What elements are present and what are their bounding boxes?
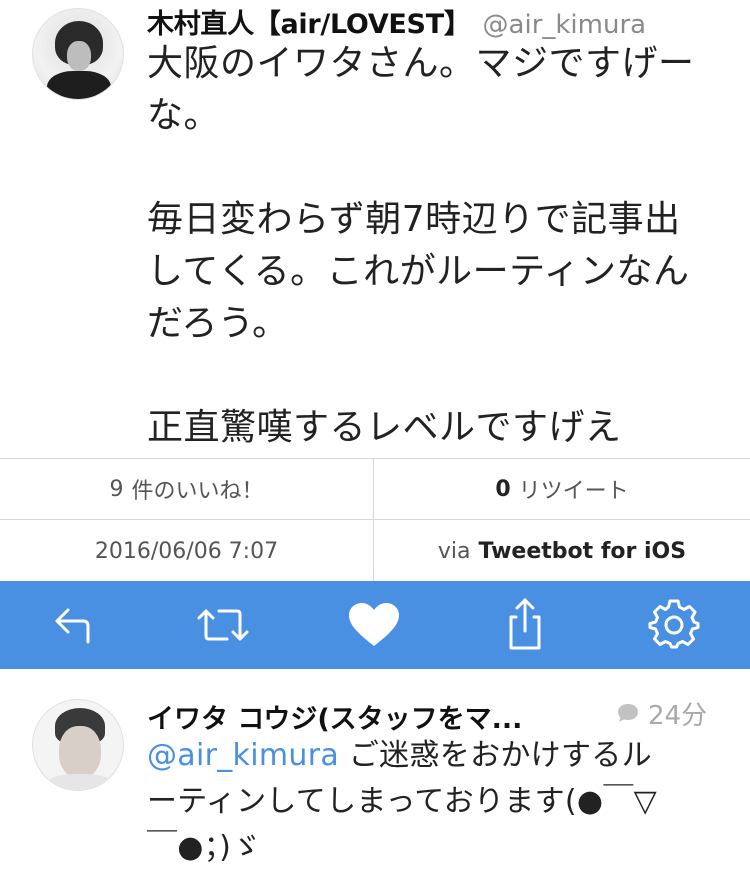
tweet-stats: 9 件のいいね！ 0 リツイート 2016/06/06 7:07 via Tweetb… (0, 458, 750, 582)
tweet-timestamp: 2016/06/06 7:07 (0, 520, 374, 582)
likes-label: 件のいいね！ (131, 479, 264, 504)
reply-tweet[interactable]: イワタ コウジ(スタッフをマ... 24分 @air_kimura ご迷惑をおか… (0, 669, 750, 881)
main-tweet: 木村直人【air/LOVEST】 @air_kimura 大阪のイワタさん。マジで… (0, 0, 750, 458)
tweet-text: 大阪のイワタさん。マジですげー な。 毎日変わらず朝7時辺りで記事出 してくる。… (147, 38, 722, 454)
reply-time: 24分 (648, 700, 708, 731)
via-app-name: Tweetbot for iOS (478, 538, 687, 564)
retweets-count-cell[interactable]: 0 リツイート (374, 459, 750, 520)
author-avatar[interactable] (32, 8, 124, 100)
reply-line: ーティンしてしまっております(●￣▽ (147, 784, 658, 819)
reply-author-name[interactable]: イワタ コウジ(スタッフをマ... (147, 697, 587, 736)
settings-button[interactable] (644, 595, 704, 655)
timestamp-text: 2016/06/06 7:07 (94, 538, 279, 564)
tweet-line: だろう。 (147, 303, 289, 344)
reply-line: @air_kimura ご迷惑をおかけするル (147, 733, 727, 779)
reply-button[interactable] (45, 595, 105, 655)
author-name-row[interactable]: 木村直人【air/LOVEST】 @air_kimura (147, 2, 647, 40)
like-button[interactable] (344, 595, 404, 655)
tweet-line: 正直驚嘆するレベルですげえ (147, 407, 622, 448)
likes-count: 9 (109, 476, 124, 502)
tweet-line: な。 (147, 95, 221, 136)
tweet-line: 大阪のイワタさん。マジですげー (147, 43, 695, 84)
avatar-body (45, 774, 115, 790)
reply-text-first: ご迷惑をおかけするル (339, 738, 652, 773)
speech-bubble-icon (618, 704, 638, 722)
reply-icon (55, 608, 90, 644)
share-button[interactable] (495, 595, 555, 655)
tweet-detail-screen: 木村直人【air/LOVEST】 @air_kimura 大阪のイワタさん。マジで… (0, 0, 750, 881)
tweet-line: 毎日変わらず朝7時辺りで記事出 (147, 199, 681, 240)
reply-meta: 24分 (616, 695, 707, 731)
reply-author-avatar[interactable] (32, 699, 124, 791)
reply-text: @air_kimura ご迷惑をおかけするル ーティンしてしまっております(●￣… (147, 733, 727, 871)
retweets-label: リツイート (518, 479, 629, 504)
retweet-button[interactable] (193, 595, 253, 655)
author-handle[interactable]: @air_kimura (483, 10, 647, 40)
reply-mention[interactable]: @air_kimura (147, 738, 339, 773)
gear-icon (648, 599, 700, 649)
avatar-face (67, 41, 91, 71)
likes-count-cell[interactable]: 9 件のいいね！ (0, 459, 374, 520)
action-bar (0, 581, 750, 669)
tweet-client[interactable]: via Tweetbot for iOS (374, 520, 750, 582)
retweet-icon (197, 609, 249, 641)
author-display-name[interactable]: 木村直人【air/LOVEST】 (147, 9, 471, 40)
avatar-face (59, 726, 101, 778)
retweets-count: 0 (495, 476, 511, 502)
via-prefix: via (437, 538, 471, 564)
share-icon (509, 598, 541, 650)
avatar-body (47, 71, 111, 99)
reply-line: ￣●；)ゞ (147, 830, 262, 865)
heart-icon (349, 603, 399, 646)
tweet-line: してくる。これがルーティンなん (147, 251, 690, 292)
